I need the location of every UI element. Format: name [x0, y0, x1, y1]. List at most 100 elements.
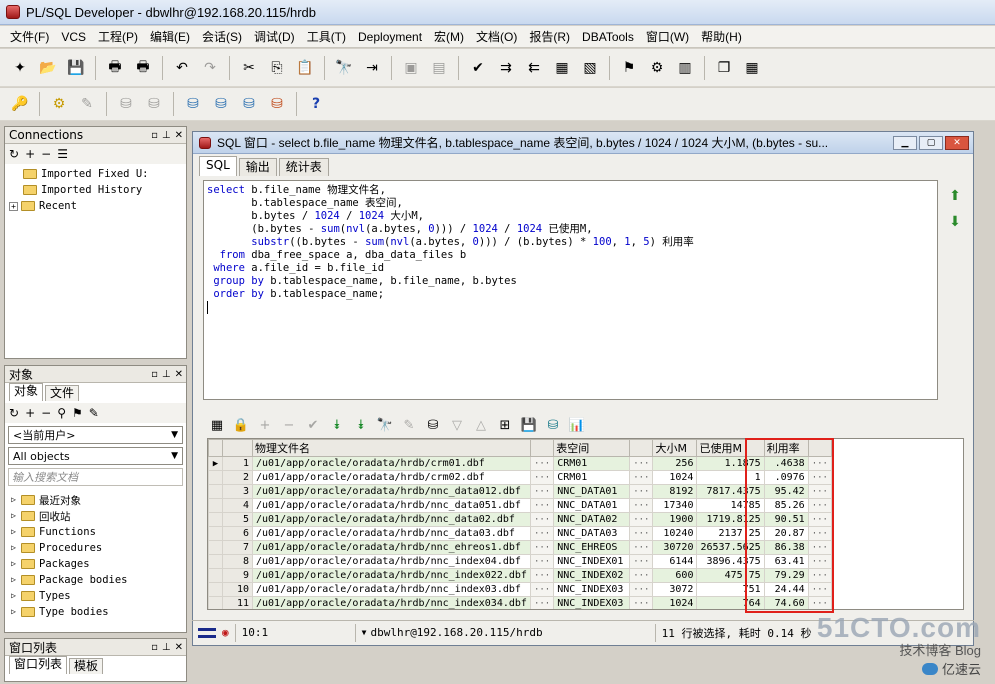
cell-ratio[interactable]: 86.38 [763, 540, 809, 555]
cell-used[interactable]: 1719.8125 [696, 512, 765, 527]
cell-tablespace[interactable]: NNC_INDEX01 [553, 554, 631, 569]
more-icon[interactable]: ··· [529, 568, 555, 583]
insert-row-icon[interactable]: + [255, 415, 275, 435]
menu-item[interactable]: 会话(S) [196, 28, 248, 45]
tab-templates[interactable]: 模板 [69, 658, 104, 674]
expand-icon[interactable]: ▷ [9, 607, 18, 617]
more-icon[interactable]: ··· [529, 484, 555, 499]
save-icon[interactable]: 💾 [65, 57, 87, 79]
table-row[interactable]: 11/u01/app/oracle/oradata/hrdb/nnc_index… [208, 596, 832, 609]
tab-window-list[interactable]: 窗口列表 [9, 656, 68, 674]
cell-file-name[interactable]: /u01/app/oracle/oradata/hrdb/nnc_ehreos1… [252, 540, 531, 555]
cell-size[interactable]: 1900 [652, 512, 698, 527]
cell-file-name[interactable]: /u01/app/oracle/oradata/hrdb/crm02.dbf [252, 470, 531, 485]
lock-icon[interactable]: 🔒 [231, 415, 251, 435]
menu-item[interactable]: 工程(P) [92, 28, 144, 45]
arrow-down-icon[interactable]: ⬇ [945, 214, 965, 240]
more-icon[interactable]: ··· [807, 470, 832, 485]
cell-tablespace[interactable]: NNC_DATA01 [553, 498, 631, 513]
expand-icon[interactable]: ▷ [9, 527, 18, 537]
window-list-icon[interactable]: ❐ [713, 57, 735, 79]
table-row[interactable]: 5/u01/app/oracle/oradata/hrdb/nnc_data02… [208, 512, 832, 527]
cell-size[interactable]: 6144 [652, 554, 698, 569]
cell-used[interactable]: 1 [696, 470, 765, 485]
gear-icon[interactable]: ⚙ [48, 93, 70, 115]
cell-file-name[interactable]: /u01/app/oracle/oradata/hrdb/nnc_data051… [252, 498, 531, 513]
maximize-button[interactable]: ▢ [919, 135, 943, 150]
pin-icon[interactable]: ⊥ [162, 642, 171, 653]
tree-node[interactable]: Imported Fixed U: [9, 166, 182, 182]
menu-item[interactable]: VCS [55, 30, 92, 44]
menu-item[interactable]: 文件(F) [4, 28, 55, 45]
print-icon[interactable]: 🖶 [104, 57, 126, 79]
query-builder-icon[interactable]: ▥ [674, 57, 696, 79]
cell-tablespace[interactable]: NNC_EHREOS [553, 540, 631, 555]
menu-item[interactable]: 编辑(E) [144, 28, 196, 45]
execute-icon[interactable]: ▣ [400, 57, 422, 79]
beautify-icon[interactable]: ⚙ [646, 57, 668, 79]
more-icon[interactable]: ··· [807, 484, 832, 499]
break-icon[interactable]: ✎ [76, 93, 98, 115]
find-icon[interactable]: 🔭 [375, 415, 395, 435]
menu-item[interactable]: 宏(M) [428, 28, 470, 45]
cell-ratio[interactable]: .0976 [763, 470, 809, 485]
refresh-icon[interactable]: ↻ [9, 147, 19, 161]
cell-ratio[interactable]: 24.44 [763, 582, 809, 597]
more-icon[interactable]: ··· [807, 512, 832, 527]
column-header[interactable]: 表空间 [553, 439, 631, 457]
tree-node[interactable]: + Recent [9, 198, 182, 214]
more-icon[interactable]: ··· [807, 526, 832, 541]
chevron-down-icon[interactable]: ▼ [362, 628, 367, 637]
expand-icon[interactable]: ▷ [9, 575, 18, 585]
tree-node[interactable]: Imported History [9, 182, 182, 198]
menu-item[interactable]: 文档(O) [470, 28, 523, 45]
tree-node[interactable]: ▷ 最近对象 [9, 492, 182, 508]
cell-file-name[interactable]: /u01/app/oracle/oradata/hrdb/nnc_data03.… [252, 526, 531, 541]
tab-files[interactable]: 文件 [45, 385, 80, 401]
more-icon[interactable]: ··· [629, 484, 654, 499]
sql-icon[interactable]: ⛁ [210, 93, 232, 115]
query-by-example-icon[interactable]: ⛁ [423, 415, 443, 435]
fetch-all-icon[interactable]: ⯯ [351, 415, 371, 435]
cell-ratio[interactable]: 85.26 [763, 498, 809, 513]
cell-file-name[interactable]: /u01/app/oracle/oradata/hrdb/crm01.dbf [252, 456, 531, 471]
key-icon[interactable]: 🔑 [9, 93, 31, 115]
cell-used[interactable]: 751 [696, 582, 765, 597]
compile-icon[interactable]: ✔ [467, 57, 489, 79]
more-icon[interactable]: ··· [529, 470, 555, 485]
cell-file-name[interactable]: /u01/app/oracle/oradata/hrdb/nnc_index02… [252, 568, 531, 583]
edit-icon[interactable]: ☰ [57, 147, 68, 161]
column-header[interactable]: 已使用M [696, 439, 765, 457]
column-header[interactable]: 利用率 [763, 439, 809, 457]
cell-size[interactable]: 3072 [652, 582, 698, 597]
tab-output[interactable]: 输出 [238, 158, 277, 176]
more-icon[interactable]: ··· [807, 554, 832, 569]
expand-icon[interactable]: + [9, 201, 18, 211]
db-icon[interactable]: ⛁ [543, 415, 563, 435]
more-icon[interactable]: ··· [629, 540, 654, 555]
export-db-icon[interactable]: ⛁ [266, 93, 288, 115]
column-header[interactable]: 大小M [652, 439, 698, 457]
close-icon[interactable]: ✕ [175, 642, 183, 653]
table-row[interactable]: 9/u01/app/oracle/oradata/hrdb/nnc_index0… [208, 568, 832, 583]
restore-icon[interactable]: ▫ [151, 369, 158, 380]
open-icon[interactable]: 📂 [37, 57, 59, 79]
more-icon[interactable]: ··· [529, 526, 555, 541]
commit-icon[interactable]: ⛁ [115, 93, 137, 115]
undo-icon[interactable]: ↶ [171, 57, 193, 79]
more-icon[interactable]: ··· [807, 596, 832, 609]
more-icon[interactable]: ··· [529, 456, 555, 471]
chart-icon[interactable]: 📊 [567, 415, 587, 435]
expand-icon[interactable]: ▷ [9, 495, 18, 505]
redo-icon[interactable]: ↷ [199, 57, 221, 79]
cell-used[interactable]: 14785 [696, 498, 765, 513]
tree-node[interactable]: ▷ Package bodies [9, 572, 182, 588]
prev-record-icon[interactable]: ▽ [447, 415, 467, 435]
arrow-up-icon[interactable]: ⬆ [945, 188, 965, 214]
cell-tablespace[interactable]: NNC_DATA01 [553, 484, 631, 499]
copy-icon[interactable]: ⎘ [266, 57, 288, 79]
add-icon[interactable]: + [25, 406, 35, 420]
minimize-button[interactable]: ▁ [893, 135, 917, 150]
menu-item[interactable]: 工具(T) [301, 28, 352, 45]
tab-objects[interactable]: 对象 [9, 383, 44, 401]
